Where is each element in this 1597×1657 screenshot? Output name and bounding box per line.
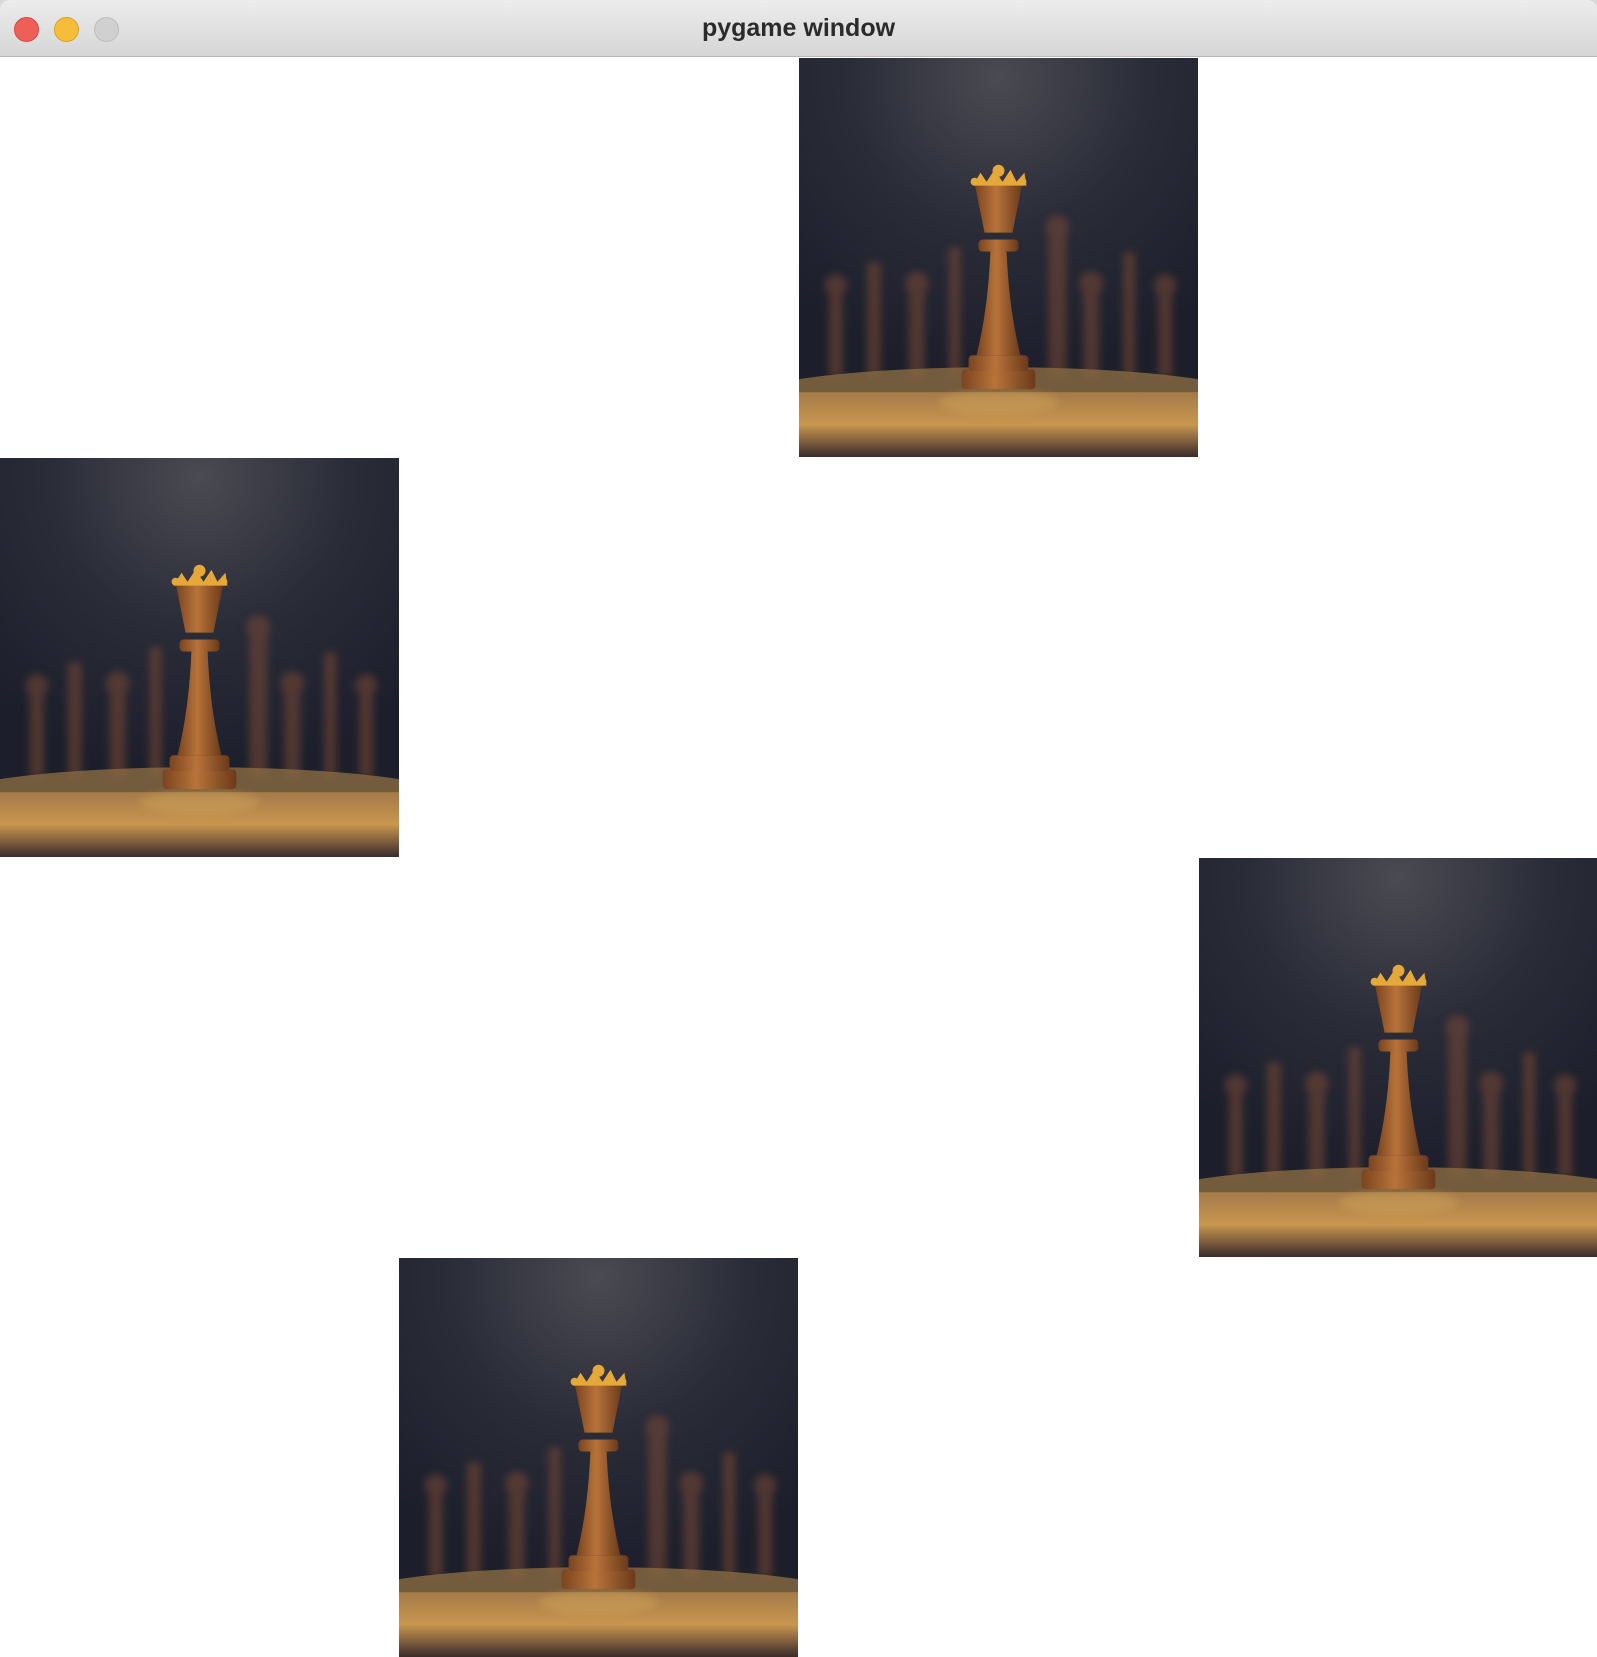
queen-chess-piece-image (399, 1258, 798, 1657)
queen-chess-piece-image (799, 58, 1198, 457)
queen-sprite-3 (1199, 858, 1597, 1257)
queen-chess-piece-image (1199, 858, 1597, 1257)
window-title: pygame window (701, 14, 896, 42)
queen-sprite-4 (399, 1258, 798, 1657)
app-window: pygame window (0, 0, 1597, 1657)
queen-sprite-2 (0, 458, 399, 857)
queen-sprite-1 (799, 58, 1198, 457)
game-canvas[interactable] (0, 58, 1597, 1657)
queen-chess-piece-image (0, 458, 399, 857)
title-bar[interactable]: pygame window (0, 0, 1597, 57)
